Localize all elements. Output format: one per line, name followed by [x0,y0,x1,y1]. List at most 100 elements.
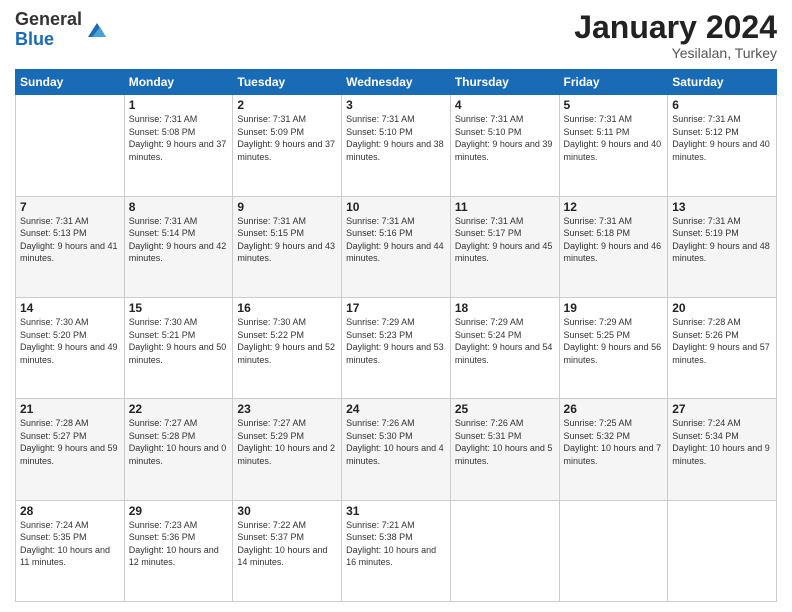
daylight: Daylight: 9 hours and 52 minutes. [237,341,337,366]
col-thursday: Thursday [450,70,559,95]
sunrise: Sunrise: 7:31 AM [346,113,446,126]
sunrise: Sunrise: 7:31 AM [672,113,772,126]
day-number: 31 [346,504,446,518]
day-info: Sunrise: 7:30 AM Sunset: 5:21 PM Dayligh… [129,316,229,366]
sunrise: Sunrise: 7:31 AM [237,215,337,228]
sunset: Sunset: 5:10 PM [346,126,446,139]
day-info: Sunrise: 7:29 AM Sunset: 5:25 PM Dayligh… [564,316,664,366]
day-info: Sunrise: 7:23 AM Sunset: 5:36 PM Dayligh… [129,519,229,569]
sunset: Sunset: 5:24 PM [455,329,555,342]
daylight: Daylight: 9 hours and 48 minutes. [672,240,772,265]
sunrise: Sunrise: 7:31 AM [129,113,229,126]
day-info: Sunrise: 7:31 AM Sunset: 5:18 PM Dayligh… [564,215,664,265]
sunrise: Sunrise: 7:24 AM [672,417,772,430]
sunrise: Sunrise: 7:30 AM [129,316,229,329]
header-row: Sunday Monday Tuesday Wednesday Thursday… [16,70,777,95]
sunset: Sunset: 5:23 PM [346,329,446,342]
sunset: Sunset: 5:16 PM [346,227,446,240]
daylight: Daylight: 10 hours and 5 minutes. [455,442,555,467]
day-number: 6 [672,98,772,112]
sunset: Sunset: 5:21 PM [129,329,229,342]
sunrise: Sunrise: 7:27 AM [129,417,229,430]
sunset: Sunset: 5:27 PM [20,430,120,443]
calendar-cell: 18 Sunrise: 7:29 AM Sunset: 5:24 PM Dayl… [450,297,559,398]
sunrise: Sunrise: 7:31 AM [346,215,446,228]
calendar-week-4: 28 Sunrise: 7:24 AM Sunset: 5:35 PM Dayl… [16,500,777,601]
day-info: Sunrise: 7:31 AM Sunset: 5:14 PM Dayligh… [129,215,229,265]
sunset: Sunset: 5:29 PM [237,430,337,443]
sunset: Sunset: 5:18 PM [564,227,664,240]
daylight: Daylight: 9 hours and 39 minutes. [455,138,555,163]
sunrise: Sunrise: 7:27 AM [237,417,337,430]
sunset: Sunset: 5:28 PM [129,430,229,443]
calendar-week-2: 14 Sunrise: 7:30 AM Sunset: 5:20 PM Dayl… [16,297,777,398]
day-number: 1 [129,98,229,112]
calendar-cell [16,95,125,196]
calendar-cell: 17 Sunrise: 7:29 AM Sunset: 5:23 PM Dayl… [342,297,451,398]
calendar-cell: 24 Sunrise: 7:26 AM Sunset: 5:30 PM Dayl… [342,399,451,500]
sunrise: Sunrise: 7:31 AM [672,215,772,228]
day-info: Sunrise: 7:28 AM Sunset: 5:26 PM Dayligh… [672,316,772,366]
sunrise: Sunrise: 7:22 AM [237,519,337,532]
header: General Blue January 2024 Yesilalan, Tur… [15,10,777,61]
sunset: Sunset: 5:36 PM [129,531,229,544]
day-number: 22 [129,402,229,416]
daylight: Daylight: 9 hours and 37 minutes. [129,138,229,163]
day-info: Sunrise: 7:28 AM Sunset: 5:27 PM Dayligh… [20,417,120,467]
daylight: Daylight: 9 hours and 54 minutes. [455,341,555,366]
sunset: Sunset: 5:25 PM [564,329,664,342]
col-tuesday: Tuesday [233,70,342,95]
sunset: Sunset: 5:08 PM [129,126,229,139]
day-info: Sunrise: 7:31 AM Sunset: 5:15 PM Dayligh… [237,215,337,265]
day-number: 30 [237,504,337,518]
daylight: Daylight: 9 hours and 44 minutes. [346,240,446,265]
day-number: 19 [564,301,664,315]
day-info: Sunrise: 7:26 AM Sunset: 5:30 PM Dayligh… [346,417,446,467]
sunrise: Sunrise: 7:25 AM [564,417,664,430]
calendar-cell: 3 Sunrise: 7:31 AM Sunset: 5:10 PM Dayli… [342,95,451,196]
sunrise: Sunrise: 7:23 AM [129,519,229,532]
calendar-cell: 25 Sunrise: 7:26 AM Sunset: 5:31 PM Dayl… [450,399,559,500]
calendar-cell: 2 Sunrise: 7:31 AM Sunset: 5:09 PM Dayli… [233,95,342,196]
day-number: 20 [672,301,772,315]
calendar-cell [559,500,668,601]
sunrise: Sunrise: 7:28 AM [20,417,120,430]
calendar-cell: 12 Sunrise: 7:31 AM Sunset: 5:18 PM Dayl… [559,196,668,297]
day-info: Sunrise: 7:24 AM Sunset: 5:34 PM Dayligh… [672,417,772,467]
sunrise: Sunrise: 7:31 AM [564,113,664,126]
day-info: Sunrise: 7:29 AM Sunset: 5:24 PM Dayligh… [455,316,555,366]
calendar-week-0: 1 Sunrise: 7:31 AM Sunset: 5:08 PM Dayli… [16,95,777,196]
calendar-cell: 15 Sunrise: 7:30 AM Sunset: 5:21 PM Dayl… [124,297,233,398]
daylight: Daylight: 9 hours and 46 minutes. [564,240,664,265]
day-number: 18 [455,301,555,315]
sunset: Sunset: 5:38 PM [346,531,446,544]
day-number: 4 [455,98,555,112]
day-number: 17 [346,301,446,315]
daylight: Daylight: 9 hours and 37 minutes. [237,138,337,163]
day-number: 10 [346,200,446,214]
sunrise: Sunrise: 7:31 AM [455,215,555,228]
daylight: Daylight: 9 hours and 56 minutes. [564,341,664,366]
day-info: Sunrise: 7:26 AM Sunset: 5:31 PM Dayligh… [455,417,555,467]
calendar-cell: 5 Sunrise: 7:31 AM Sunset: 5:11 PM Dayli… [559,95,668,196]
daylight: Daylight: 9 hours and 38 minutes. [346,138,446,163]
calendar-cell: 19 Sunrise: 7:29 AM Sunset: 5:25 PM Dayl… [559,297,668,398]
daylight: Daylight: 10 hours and 0 minutes. [129,442,229,467]
logo-blue: Blue [15,30,82,50]
page: General Blue January 2024 Yesilalan, Tur… [0,0,792,612]
sunset: Sunset: 5:17 PM [455,227,555,240]
calendar-cell: 14 Sunrise: 7:30 AM Sunset: 5:20 PM Dayl… [16,297,125,398]
logo-icon [86,19,108,41]
calendar-cell: 20 Sunrise: 7:28 AM Sunset: 5:26 PM Dayl… [668,297,777,398]
daylight: Daylight: 9 hours and 57 minutes. [672,341,772,366]
daylight: Daylight: 10 hours and 9 minutes. [672,442,772,467]
calendar-cell: 29 Sunrise: 7:23 AM Sunset: 5:36 PM Dayl… [124,500,233,601]
calendar-cell: 31 Sunrise: 7:21 AM Sunset: 5:38 PM Dayl… [342,500,451,601]
day-info: Sunrise: 7:31 AM Sunset: 5:13 PM Dayligh… [20,215,120,265]
sunrise: Sunrise: 7:30 AM [20,316,120,329]
day-number: 26 [564,402,664,416]
calendar-cell: 4 Sunrise: 7:31 AM Sunset: 5:10 PM Dayli… [450,95,559,196]
day-info: Sunrise: 7:31 AM Sunset: 5:19 PM Dayligh… [672,215,772,265]
day-number: 11 [455,200,555,214]
sunset: Sunset: 5:26 PM [672,329,772,342]
